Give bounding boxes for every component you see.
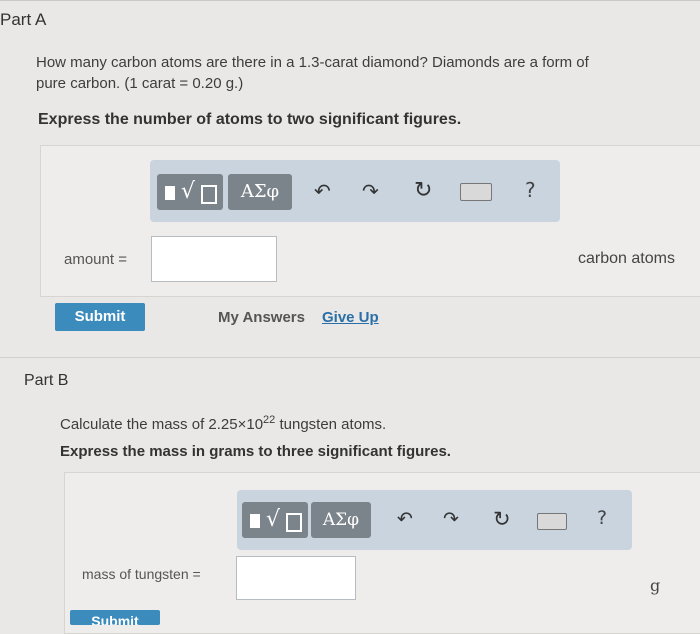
part-b-math-toolbar: √ ΑΣφ ↶ ↷ ↻ ?	[237, 490, 632, 550]
part-a-title: Part A	[0, 10, 47, 29]
part-a-top-rule	[0, 0, 700, 1]
sqrt-template-icon: √	[266, 507, 281, 532]
part-b-submit-button[interactable]: Submit	[70, 610, 160, 625]
part-b-instruction: Express the mass in grams to three signi…	[60, 443, 451, 460]
keyboard-icon[interactable]	[537, 513, 567, 530]
part-b-question: Calculate the mass of 2.25×1022 tungsten…	[60, 410, 386, 435]
give-up-link[interactable]: Give Up	[322, 309, 379, 326]
part-a-submit-button[interactable]: Submit	[55, 303, 145, 331]
fraction-template-icon	[250, 514, 260, 528]
box-template-icon	[286, 513, 302, 532]
part-b-question-prefix: Calculate the mass of 2.25×10	[60, 416, 264, 433]
reset-icon[interactable]: ↻	[493, 507, 511, 531]
redo-icon[interactable]: ↷	[443, 508, 459, 530]
greek-symbols-button[interactable]: ΑΣφ	[228, 174, 292, 210]
part-a-instruction: Express the number of atoms to two signi…	[38, 111, 462, 128]
templates-button[interactable]: √	[157, 174, 223, 210]
mass-of-tungsten-label: mass of tungsten =	[82, 566, 201, 582]
help-icon[interactable]: ?	[597, 507, 607, 529]
amount-label: amount =	[64, 251, 127, 268]
carbon-atoms-unit: carbon atoms	[578, 250, 675, 267]
redo-icon[interactable]: ↷	[362, 179, 379, 203]
undo-icon[interactable]: ↶	[397, 508, 413, 530]
part-divider	[0, 357, 700, 358]
part-b-title: Part B	[24, 372, 69, 389]
help-icon[interactable]: ?	[525, 178, 536, 202]
reset-icon[interactable]: ↻	[414, 178, 432, 203]
part-b-question-exponent: 22	[263, 414, 276, 426]
keyboard-icon[interactable]	[460, 183, 492, 201]
grams-unit: g	[650, 576, 661, 595]
part-a-question-line2: pure carbon. (1 carat = 0.20 g.)	[36, 75, 244, 92]
part-a-math-toolbar: √ ΑΣφ ↶ ↷ ↻ ?	[150, 160, 560, 222]
greek-symbols-button[interactable]: ΑΣφ	[311, 502, 371, 538]
templates-button[interactable]: √	[242, 502, 308, 538]
sqrt-template-icon: √	[181, 179, 196, 204]
undo-icon[interactable]: ↶	[314, 179, 331, 203]
amount-input[interactable]	[151, 236, 277, 282]
part-b-question-suffix: tungsten atoms.	[275, 416, 387, 433]
my-answers-link[interactable]: My Answers	[218, 309, 305, 326]
fraction-template-icon	[165, 186, 175, 200]
mass-of-tungsten-input[interactable]	[236, 556, 356, 600]
box-template-icon	[201, 185, 217, 204]
part-a-question-line1: How many carbon atoms are there in a 1.3…	[36, 54, 589, 71]
